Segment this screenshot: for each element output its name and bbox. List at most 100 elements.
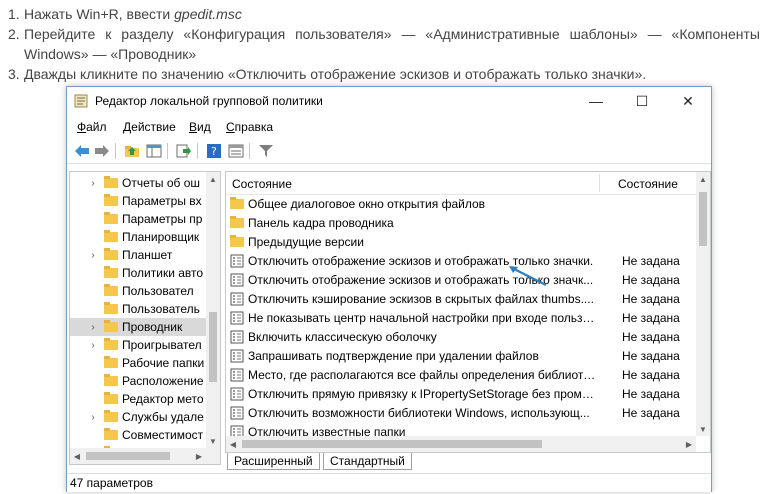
- tree-item-label: Отчеты об ош: [122, 176, 200, 190]
- maximize-button[interactable]: ☐: [619, 87, 665, 115]
- menu-help[interactable]: Справка: [226, 120, 273, 134]
- properties-icon[interactable]: [227, 142, 245, 160]
- help-icon[interactable]: ?: [205, 142, 223, 160]
- tree-item-label: Проигрывател: [122, 338, 202, 352]
- tree-item[interactable]: Редактор мето: [70, 390, 206, 408]
- minimize-button[interactable]: —: [573, 87, 619, 115]
- back-arrow-icon[interactable]: [73, 142, 91, 160]
- scroll-up-icon[interactable]: ▲: [206, 172, 220, 186]
- tree-pane[interactable]: Среда выполнСовместимост›Службы удалеРед…: [69, 171, 221, 465]
- tree-item[interactable]: › Службы удале: [70, 408, 206, 426]
- toolbar: ?: [67, 139, 711, 164]
- step-number: 3.: [8, 66, 20, 82]
- menu-action[interactable]: Действие: [123, 120, 176, 134]
- chevron-right-icon[interactable]: ›: [86, 412, 100, 423]
- menu-label: айл: [86, 120, 107, 134]
- folder-row[interactable]: Общее диалоговое окно открытия файлов: [226, 195, 696, 214]
- setting-row[interactable]: Отключить отображение эскизов и отобража…: [226, 252, 696, 271]
- setting-row[interactable]: Запрашивать подтверждение при удалении ф…: [226, 347, 696, 366]
- scroll-down-icon[interactable]: ▼: [696, 422, 710, 436]
- policy-setting-icon: [230, 349, 244, 366]
- column-state-header-2[interactable]: Состояние: [618, 177, 678, 191]
- setting-row[interactable]: Отключить кэширование эскизов в скрытых …: [226, 290, 696, 309]
- tree-item-label: Службы удале: [122, 410, 204, 424]
- scroll-thumb[interactable]: [699, 192, 707, 246]
- tree-item[interactable]: Расположение: [70, 372, 206, 390]
- tree-item[interactable]: › Планшет: [70, 246, 206, 264]
- tree-item[interactable]: Пользовател: [70, 282, 206, 300]
- folder-icon: [104, 409, 118, 425]
- title-bar[interactable]: Редактор локальной групповой политики — …: [67, 87, 711, 115]
- menu-file[interactable]: Файл: [77, 120, 107, 134]
- scroll-thumb[interactable]: [242, 440, 542, 448]
- policy-setting-icon: [230, 368, 244, 385]
- show-hide-tree-icon[interactable]: [145, 142, 163, 160]
- scroll-up-icon[interactable]: ▲: [696, 172, 710, 186]
- tree-item-label: Политики авто: [122, 266, 204, 280]
- setting-state: Не задана: [622, 330, 680, 344]
- menu-view[interactable]: Вид: [189, 120, 211, 134]
- setting-row[interactable]: Отключить прямую привязку к IPropertySet…: [226, 385, 696, 404]
- close-button[interactable]: ✕: [665, 87, 711, 115]
- list-vertical-scrollbar[interactable]: ▲ ▼: [696, 172, 710, 436]
- chevron-right-icon[interactable]: ›: [86, 340, 100, 351]
- export-list-icon[interactable]: [175, 142, 193, 160]
- folder-icon: [230, 216, 244, 231]
- chevron-right-icon[interactable]: ›: [86, 250, 100, 261]
- tree-item[interactable]: Планировщик: [70, 228, 206, 246]
- folder-row[interactable]: Предыдущие версии: [226, 233, 696, 252]
- tree-item[interactable]: Политики авто: [70, 264, 206, 282]
- chevron-right-icon[interactable]: ›: [86, 178, 100, 189]
- tree-item[interactable]: › Проводник: [70, 318, 206, 336]
- up-folder-icon[interactable]: [123, 142, 141, 160]
- tab-extended[interactable]: Расширенный: [227, 453, 320, 470]
- setting-row[interactable]: Отключить возможности библиотеки Windows…: [226, 404, 696, 423]
- step-text: Нажать Win+R, ввести gpedit.msc: [24, 4, 760, 24]
- setting-state: Не задана: [622, 349, 680, 363]
- setting-name: Панель кадра проводника: [248, 216, 394, 230]
- scroll-down-icon[interactable]: ▼: [206, 434, 220, 448]
- scroll-right-icon[interactable]: ▶: [192, 449, 206, 463]
- folder-icon: [104, 265, 118, 281]
- tree-item[interactable]: › Проигрывател: [70, 336, 206, 354]
- tree-vertical-scrollbar[interactable]: ▲ ▼: [206, 172, 220, 464]
- instruction-steps: 1. Нажать Win+R, ввести gpedit.msc 2. Пе…: [8, 4, 760, 84]
- tree-item[interactable]: Пользователь: [70, 300, 206, 318]
- setting-name: Отключить прямую привязку к IPropertySet…: [248, 387, 598, 401]
- column-state-header[interactable]: Состояние: [232, 177, 292, 191]
- tree-item-label: Расположение: [122, 374, 204, 388]
- list-horizontal-scrollbar[interactable]: ◀ ▶: [226, 436, 696, 452]
- policy-setting-icon: [230, 311, 244, 328]
- tree-item[interactable]: › Отчеты об ош: [70, 174, 206, 192]
- tree-item-label: Параметры пр: [122, 212, 203, 226]
- menu-label: ействие: [131, 120, 176, 134]
- scroll-thumb[interactable]: [86, 452, 170, 460]
- forward-arrow-icon[interactable]: [93, 142, 111, 160]
- setting-name: Отключить возможности библиотеки Windows…: [248, 406, 590, 420]
- setting-row[interactable]: Отключить отображение эскизов и отобража…: [226, 271, 696, 290]
- scroll-left-icon[interactable]: ◀: [226, 437, 240, 451]
- folder-icon: [104, 193, 118, 209]
- folder-row[interactable]: Панель кадра проводника: [226, 214, 696, 233]
- tree-item[interactable]: Рабочие папки: [70, 354, 206, 372]
- tab-standard[interactable]: Стандартный: [323, 453, 412, 470]
- step-number: 1.: [8, 6, 20, 22]
- setting-row[interactable]: Не показывать центр начальной настройки …: [226, 309, 696, 328]
- setting-row[interactable]: Включить классическую оболочку Не задана: [226, 328, 696, 347]
- tree-item[interactable]: Параметры пр: [70, 210, 206, 228]
- step-text-main: Нажать Win+R, ввести: [24, 6, 175, 22]
- scroll-left-icon[interactable]: ◀: [70, 449, 84, 463]
- column-divider[interactable]: [599, 174, 600, 192]
- scroll-thumb[interactable]: [209, 312, 217, 382]
- scroll-right-icon[interactable]: ▶: [682, 437, 696, 451]
- tree-horizontal-scrollbar[interactable]: ◀ ▶: [70, 448, 206, 464]
- menu-accel: Д: [123, 120, 132, 134]
- filter-icon[interactable]: [257, 142, 275, 160]
- tree-item[interactable]: Совместимост: [70, 426, 206, 444]
- tree-item-label: Параметры вх: [122, 194, 202, 208]
- folder-icon: [104, 229, 118, 245]
- folder-icon: [104, 247, 118, 263]
- setting-row[interactable]: Место, где располагаются все файлы опред…: [226, 366, 696, 385]
- chevron-right-icon[interactable]: ›: [86, 322, 100, 333]
- tree-item[interactable]: Параметры вх: [70, 192, 206, 210]
